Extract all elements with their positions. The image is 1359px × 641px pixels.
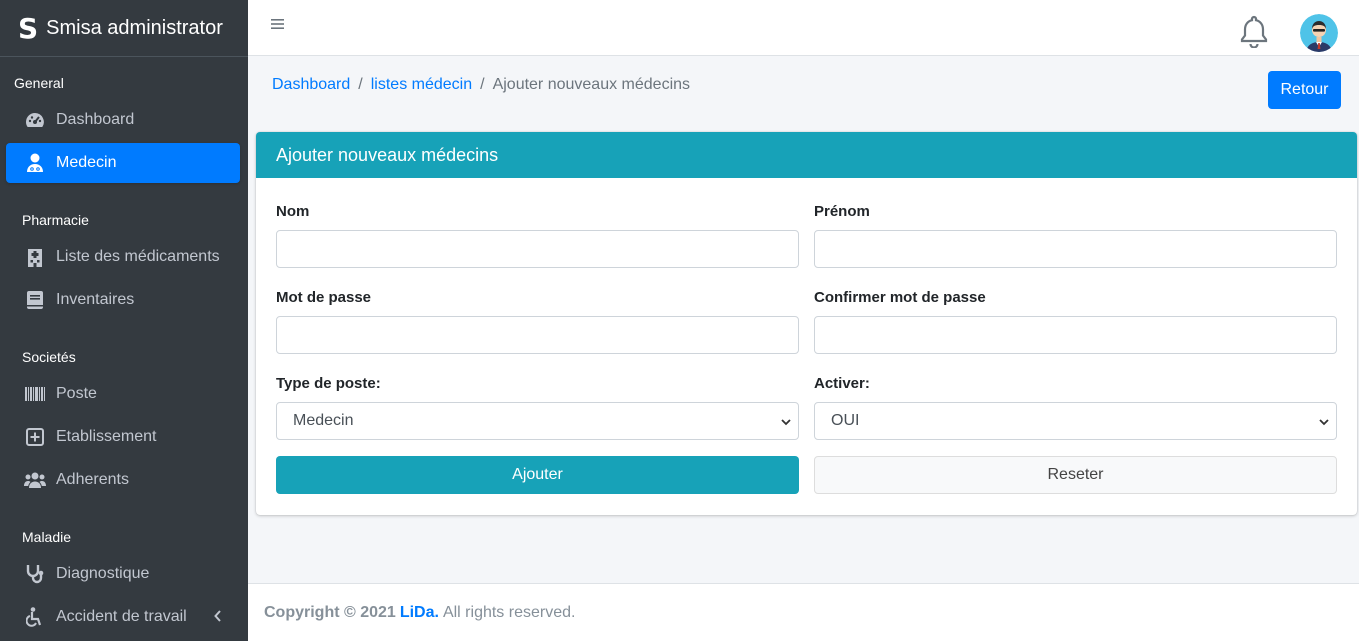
hospital-icon (24, 246, 46, 268)
book-icon (24, 289, 46, 311)
menu-toggle-icon[interactable] (270, 17, 288, 37)
footer: Copyright © 2021 LiDa. All rights reserv… (248, 583, 1359, 641)
breadcrumb-link-listes-medecin[interactable]: listes médecin (371, 76, 472, 94)
footer-rights: All rights reserved. (442, 603, 576, 621)
password-input[interactable] (276, 316, 799, 354)
chevron-left-icon[interactable] (214, 609, 222, 627)
breadcrumb: Dashboard / listes médecin / Ajouter nou… (272, 76, 690, 94)
sidebar-item-label: Diagnostique (56, 565, 150, 582)
brand-logo: S (18, 11, 39, 45)
nom-input[interactable] (276, 230, 799, 268)
footer-copyright: Copyright © 2021 (264, 603, 396, 621)
sidebar-item-medecin[interactable]: Medecin (6, 143, 240, 183)
nom-label: Nom (276, 203, 310, 220)
sidebar-item-label: Dashboard (56, 111, 135, 128)
sidebar-item-inventaires[interactable]: Inventaires (6, 280, 240, 320)
tachometer-icon (24, 109, 46, 131)
sidebar-item-label: Medecin (56, 154, 117, 171)
chevron-down-icon (780, 415, 792, 433)
type-poste-select[interactable]: Medecin (276, 402, 799, 440)
brand-name: Smisa administrator (46, 16, 223, 39)
breadcrumb-separator: / (358, 76, 363, 93)
activer-label: Activer: (814, 375, 870, 392)
sidebar-item-label: Etablissement (56, 428, 157, 445)
type-poste-label: Type de poste: (276, 375, 381, 392)
nav-header-maladie: Maladie (22, 529, 72, 545)
bell-icon[interactable] (1238, 14, 1270, 53)
sidebar-item-label: Inventaires (56, 291, 135, 308)
sidebar-item-adherents[interactable]: Adherents (6, 460, 240, 500)
retour-button[interactable]: Retour (1268, 71, 1341, 109)
sidebar-item-dashboard[interactable]: Dashboard (6, 100, 240, 140)
confirm-password-input[interactable] (814, 316, 1337, 354)
sidebar-item-accident[interactable]: Accident de travail (6, 597, 240, 637)
ajouter-button[interactable]: Ajouter (276, 456, 799, 494)
sidebar-item-label: Adherents (56, 471, 129, 488)
wheelchair-icon (24, 606, 46, 628)
nav-header-societes: Societés (22, 349, 76, 365)
sidebar-item-label: Poste (56, 385, 97, 402)
confirm-password-label: Confirmer mot de passe (814, 289, 986, 306)
card-title: Ajouter nouveaux médecins (256, 132, 1357, 178)
sidebar-item-label: Accident de travail (56, 608, 187, 625)
add-medecin-card: Ajouter nouveaux médecins Nom Prénom Mot… (256, 132, 1357, 515)
breadcrumb-current: Ajouter nouveaux médecins (492, 76, 691, 93)
chevron-down-icon (1318, 415, 1330, 433)
footer-brand-link[interactable]: LiDa. (400, 604, 439, 622)
avatar[interactable] (1300, 14, 1338, 52)
password-label: Mot de passe (276, 289, 372, 306)
plus-square-icon (24, 426, 46, 448)
activer-value: OUI (831, 412, 860, 429)
sidebar-item-etablissement[interactable]: Etablissement (6, 417, 240, 457)
top-navbar (248, 0, 1359, 56)
type-poste-value: Medecin (293, 412, 354, 429)
prenom-input[interactable] (814, 230, 1337, 268)
sidebar-item-diagnostique[interactable]: Diagnostique (6, 554, 240, 594)
sidebar: S Smisa administrator General Dashboard … (0, 0, 248, 641)
barcode-icon (24, 383, 46, 405)
sidebar-item-poste[interactable]: Poste (6, 374, 240, 414)
breadcrumb-separator: / (480, 76, 485, 93)
breadcrumb-link-dashboard[interactable]: Dashboard (272, 76, 350, 94)
nav-header-general: General (14, 75, 64, 91)
reset-button[interactable]: Reseter (814, 456, 1337, 494)
nav-header-pharmacie: Pharmacie (22, 212, 89, 228)
brand[interactable]: S Smisa administrator (0, 0, 248, 57)
stethoscope-icon (24, 563, 46, 585)
users-icon (24, 469, 46, 491)
sidebar-item-medicaments[interactable]: Liste des médicaments (6, 237, 240, 277)
sidebar-item-label: Liste des médicaments (56, 248, 220, 265)
activer-select[interactable]: OUI (814, 402, 1337, 440)
user-md-icon (24, 152, 46, 174)
prenom-label: Prénom (814, 203, 870, 220)
